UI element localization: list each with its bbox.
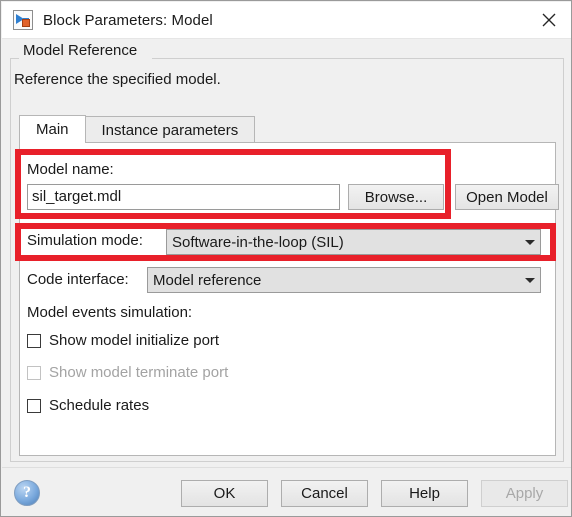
code-interface-value: Model reference — [153, 271, 262, 289]
simulation-mode-select[interactable]: Software-in-the-loop (SIL) — [166, 229, 541, 255]
help-question-mark-icon[interactable]: ? — [14, 480, 40, 506]
open-model-button[interactable]: Open Model — [455, 184, 559, 210]
checkbox-label: Schedule rates — [49, 397, 150, 414]
group-description: Reference the specified model. — [14, 71, 221, 88]
group-border-left — [10, 58, 19, 59]
cancel-button[interactable]: Cancel — [281, 480, 368, 507]
ok-button[interactable]: OK — [181, 480, 268, 507]
title-bar: Block Parameters: Model — [2, 2, 571, 39]
model-name-input[interactable]: sil_target.mdl — [27, 184, 340, 210]
checkbox-schedule-rates[interactable]: Schedule rates — [27, 397, 149, 414]
checkbox-box-icon — [27, 365, 41, 380]
code-interface-label: Code interface: — [27, 271, 129, 288]
code-interface-select[interactable]: Model reference — [147, 267, 541, 293]
checkbox-box-icon — [27, 398, 41, 413]
apply-button: Apply — [481, 480, 568, 507]
checkbox-show-model-initialize-port[interactable]: Show model initialize port — [27, 332, 219, 349]
group-border-right — [152, 58, 564, 59]
window-title: Block Parameters: Model — [43, 11, 213, 29]
close-icon[interactable] — [526, 2, 571, 38]
help-button[interactable]: Help — [381, 480, 468, 507]
tab-strip: Main Instance parameters — [19, 115, 256, 143]
model-events-label: Model events simulation: — [27, 304, 193, 321]
checkbox-label: Show model terminate port — [49, 364, 229, 381]
checkbox-label: Show model initialize port — [49, 332, 220, 349]
simulation-mode-value: Software-in-the-loop (SIL) — [172, 233, 344, 251]
chevron-down-icon — [520, 239, 540, 245]
model-name-label: Model name: — [27, 161, 114, 178]
browse-button[interactable]: Browse... — [348, 184, 444, 210]
tab-main[interactable]: Main — [19, 115, 86, 143]
checkbox-box-icon — [27, 333, 41, 348]
checkbox-show-model-terminate-port: Show model terminate port — [27, 364, 228, 381]
block-parameters-dialog: Block Parameters: Model Model Reference … — [0, 0, 572, 517]
tab-instance-parameters[interactable]: Instance parameters — [84, 116, 256, 143]
chevron-down-icon — [520, 277, 540, 283]
simulink-model-block-icon — [13, 10, 33, 30]
dialog-footer: ? OK Cancel Help Apply — [2, 467, 571, 516]
group-title: Model Reference — [19, 42, 142, 59]
simulation-mode-label: Simulation mode: — [27, 232, 143, 249]
